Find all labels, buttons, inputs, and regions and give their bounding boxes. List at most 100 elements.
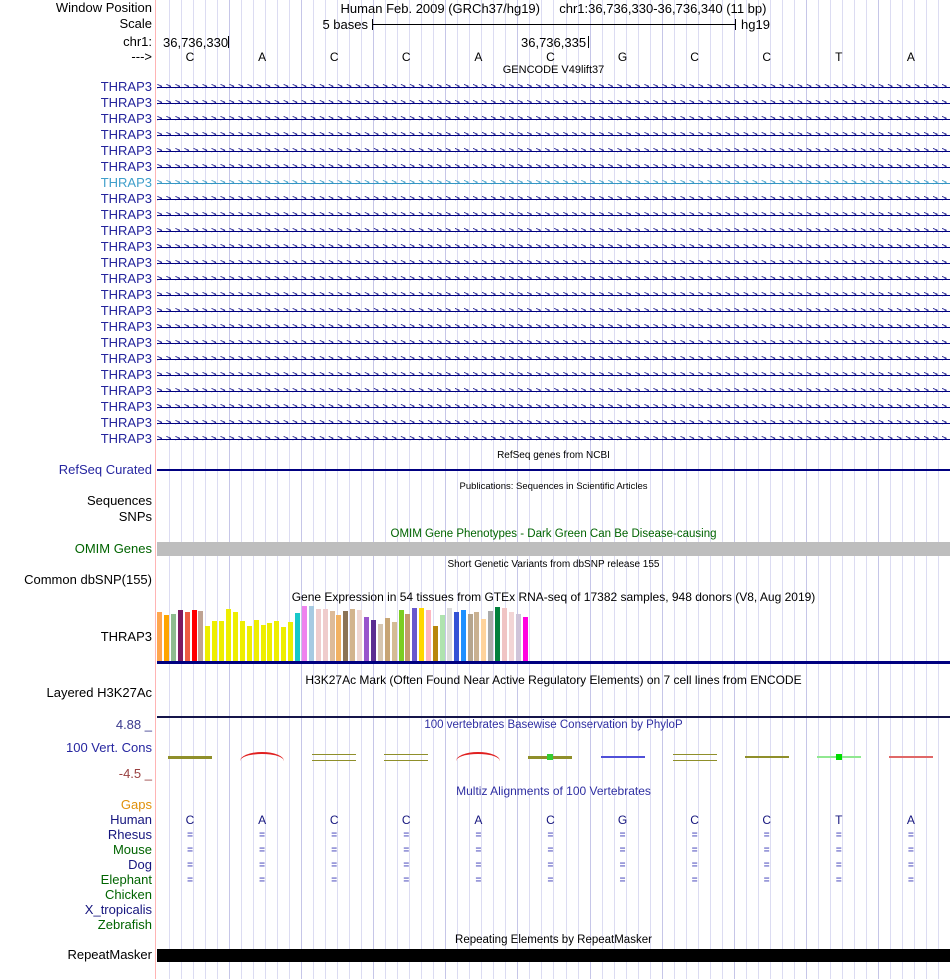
gtex-bar[interactable]: [419, 608, 425, 662]
gencode-gene-row[interactable]: >>>>>>>>>>>>>>>>>>>>>>>>>>>>>>>>>>>>>>>>…: [157, 82, 950, 93]
gencode-gene-label[interactable]: THRAP3: [0, 288, 152, 302]
gtex-bar[interactable]: [336, 615, 342, 662]
omim-gene-bar[interactable]: [157, 542, 950, 556]
multiz-species-label-mouse[interactable]: Mouse: [0, 843, 152, 857]
gtex-bar[interactable]: [433, 626, 438, 662]
phylop-track-title[interactable]: 100 vertebrates Basewise Conservation by…: [157, 719, 950, 731]
gtex-bar[interactable]: [239, 621, 245, 662]
gtex-bar[interactable]: [426, 610, 432, 662]
gencode-gene-row[interactable]: >>>>>>>>>>>>>>>>>>>>>>>>>>>>>>>>>>>>>>>>…: [157, 338, 950, 349]
gtex-bar[interactable]: [205, 626, 211, 662]
multiz-species-label-x_tropicalis[interactable]: X_tropicalis: [0, 903, 152, 917]
gtex-bar[interactable]: [515, 614, 521, 662]
gtex-bar[interactable]: [315, 609, 321, 662]
gencode-gene-row[interactable]: >>>>>>>>>>>>>>>>>>>>>>>>>>>>>>>>>>>>>>>>…: [157, 290, 950, 301]
gencode-gene-row[interactable]: >>>>>>>>>>>>>>>>>>>>>>>>>>>>>>>>>>>>>>>>…: [157, 98, 950, 109]
gencode-gene-row[interactable]: >>>>>>>>>>>>>>>>>>>>>>>>>>>>>>>>>>>>>>>>…: [157, 418, 950, 429]
gencode-gene-row[interactable]: >>>>>>>>>>>>>>>>>>>>>>>>>>>>>>>>>>>>>>>>…: [157, 210, 950, 221]
gencode-gene-label[interactable]: THRAP3: [0, 272, 152, 286]
gencode-gene-label[interactable]: THRAP3: [0, 224, 152, 238]
repeatmasker-label[interactable]: RepeatMasker: [0, 948, 152, 962]
gtex-bar[interactable]: [453, 612, 459, 662]
gencode-gene-label[interactable]: THRAP3: [0, 208, 152, 222]
gtex-bar[interactable]: [364, 617, 369, 662]
refseq-gene-line[interactable]: [157, 469, 950, 471]
gencode-gene-label[interactable]: THRAP3: [0, 96, 152, 110]
gencode-gene-row[interactable]: >>>>>>>>>>>>>>>>>>>>>>>>>>>>>>>>>>>>>>>>…: [157, 130, 950, 141]
gtex-track-title[interactable]: Gene Expression in 54 tissues from GTEx …: [157, 590, 950, 604]
dbsnp-track-title[interactable]: Short Genetic Variants from dbSNP releas…: [157, 559, 950, 570]
multiz-species-label-chicken[interactable]: Chicken: [0, 888, 152, 902]
publications-sequences-label[interactable]: Sequences: [0, 494, 152, 508]
gencode-gene-label[interactable]: THRAP3: [0, 336, 152, 350]
gencode-gene-label[interactable]: THRAP3: [0, 176, 152, 190]
gtex-bar[interactable]: [170, 614, 176, 662]
gtex-bar[interactable]: [370, 620, 376, 662]
gencode-gene-label[interactable]: THRAP3: [0, 160, 152, 174]
multiz-species-label-zebrafish[interactable]: Zebrafish: [0, 918, 152, 932]
phylop-track-label[interactable]: 100 Vert. Cons: [0, 741, 152, 755]
gtex-bar[interactable]: [412, 608, 418, 662]
gencode-gene-row[interactable]: >>>>>>>>>>>>>>>>>>>>>>>>>>>>>>>>>>>>>>>>…: [157, 434, 950, 445]
gtex-bar[interactable]: [288, 622, 294, 662]
gtex-bar[interactable]: [219, 621, 225, 662]
gtex-bar[interactable]: [212, 621, 218, 662]
gtex-bar[interactable]: [488, 611, 494, 662]
gencode-gene-row[interactable]: >>>>>>>>>>>>>>>>>>>>>>>>>>>>>>>>>>>>>>>>…: [157, 226, 950, 237]
phylop-mark[interactable]: [744, 756, 789, 758]
gtex-bar[interactable]: [398, 610, 404, 662]
gtex-bar[interactable]: [384, 618, 390, 662]
phylop-mark[interactable]: [384, 754, 429, 761]
gtex-bar[interactable]: [467, 614, 473, 662]
h3k27ac-label[interactable]: Layered H3K27Ac: [0, 686, 152, 700]
gencode-gene-row[interactable]: >>>>>>>>>>>>>>>>>>>>>>>>>>>>>>>>>>>>>>>>…: [157, 114, 950, 125]
gtex-bar[interactable]: [226, 609, 231, 662]
gtex-bar[interactable]: [460, 610, 466, 662]
gencode-gene-row[interactable]: >>>>>>>>>>>>>>>>>>>>>>>>>>>>>>>>>>>>>>>>…: [157, 258, 950, 269]
gtex-bar[interactable]: [322, 609, 328, 662]
gtex-bar[interactable]: [350, 609, 356, 662]
gtex-bar[interactable]: [295, 613, 300, 662]
gencode-gene-label[interactable]: THRAP3: [0, 368, 152, 382]
gtex-bar[interactable]: [446, 608, 452, 662]
gencode-gene-label[interactable]: THRAP3: [0, 416, 152, 430]
gtex-bar[interactable]: [198, 611, 204, 662]
refseq-curated-label[interactable]: RefSeq Curated: [0, 463, 152, 477]
gencode-gene-label[interactable]: THRAP3: [0, 304, 152, 318]
gtex-bar[interactable]: [502, 608, 507, 662]
gtex-bar[interactable]: [232, 612, 238, 662]
multiz-species-label-gaps[interactable]: Gaps: [0, 798, 152, 812]
gencode-gene-row[interactable]: >>>>>>>>>>>>>>>>>>>>>>>>>>>>>>>>>>>>>>>>…: [157, 146, 950, 157]
gtex-bar[interactable]: [474, 612, 480, 662]
gtex-bar[interactable]: [495, 607, 501, 662]
gencode-gene-label[interactable]: THRAP3: [0, 432, 152, 446]
gtex-gene-label[interactable]: THRAP3: [0, 630, 152, 644]
gtex-bar[interactable]: [267, 623, 273, 662]
gtex-bar[interactable]: [357, 610, 363, 662]
gencode-gene-label[interactable]: THRAP3: [0, 352, 152, 366]
phylop-mark[interactable]: [888, 756, 933, 758]
gtex-bar[interactable]: [301, 606, 307, 662]
gencode-gene-label[interactable]: THRAP3: [0, 320, 152, 334]
gencode-gene-row[interactable]: >>>>>>>>>>>>>>>>>>>>>>>>>>>>>>>>>>>>>>>>…: [157, 178, 950, 189]
multiz-track-title[interactable]: Multiz Alignments of 100 Vertebrates: [157, 784, 950, 798]
publications-track-title[interactable]: Publications: Sequences in Scientific Ar…: [157, 481, 950, 492]
gencode-gene-label[interactable]: THRAP3: [0, 400, 152, 414]
gencode-track-title[interactable]: GENCODE V49lift37: [157, 64, 950, 76]
phylop-mark[interactable]: [600, 756, 645, 758]
publications-snps-label[interactable]: SNPs: [0, 510, 152, 524]
gtex-bar[interactable]: [522, 617, 528, 662]
multiz-species-label-dog[interactable]: Dog: [0, 858, 152, 872]
gencode-gene-row[interactable]: >>>>>>>>>>>>>>>>>>>>>>>>>>>>>>>>>>>>>>>>…: [157, 242, 950, 253]
gencode-gene-row[interactable]: >>>>>>>>>>>>>>>>>>>>>>>>>>>>>>>>>>>>>>>>…: [157, 386, 950, 397]
gencode-gene-label[interactable]: THRAP3: [0, 80, 152, 94]
gencode-gene-label[interactable]: THRAP3: [0, 256, 152, 270]
gtex-bar[interactable]: [274, 621, 280, 662]
gtex-bar[interactable]: [253, 620, 259, 662]
gtex-bar[interactable]: [157, 612, 162, 662]
gencode-gene-label[interactable]: THRAP3: [0, 192, 152, 206]
multiz-species-label-rhesus[interactable]: Rhesus: [0, 828, 152, 842]
gtex-bar[interactable]: [343, 611, 349, 662]
gencode-gene-row[interactable]: >>>>>>>>>>>>>>>>>>>>>>>>>>>>>>>>>>>>>>>>…: [157, 306, 950, 317]
gtex-bar[interactable]: [508, 612, 514, 662]
